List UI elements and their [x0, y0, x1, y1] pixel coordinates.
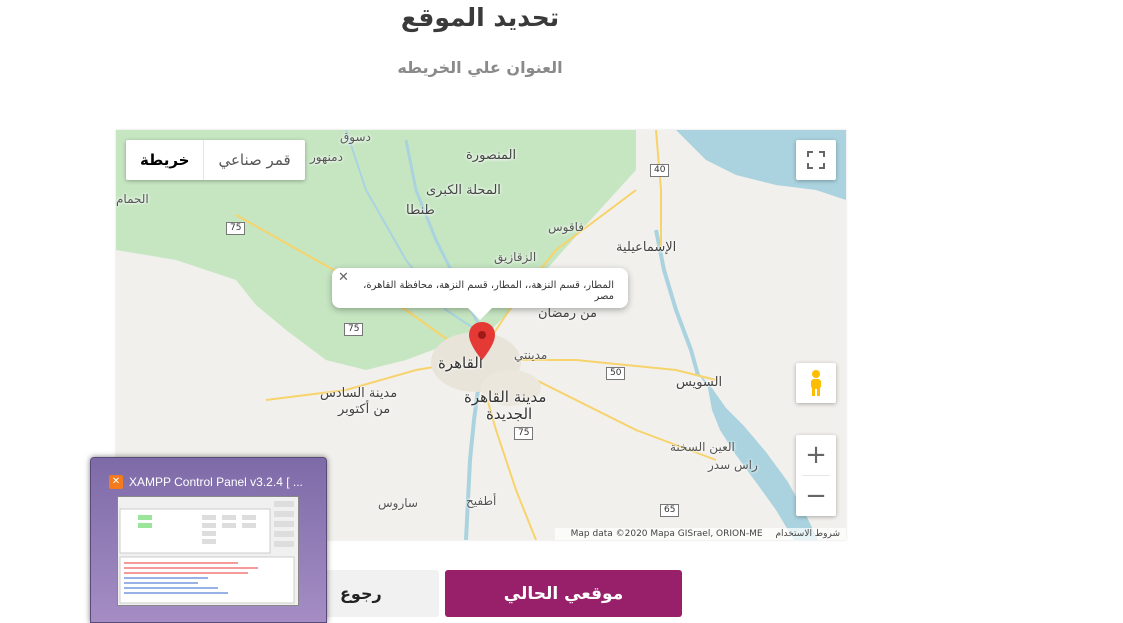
pegman-icon — [811, 370, 821, 396]
xampp-icon: ✕ — [109, 475, 123, 489]
highway-shield: 50 — [606, 367, 626, 380]
map-type-satellite-button[interactable]: قمر صناعي — [204, 140, 304, 180]
fullscreen-icon — [807, 151, 825, 169]
preview-window-title: XAMPP Control Panel v3.2.4 [ ... — [129, 475, 303, 489]
preview-thumbnail — [117, 496, 299, 606]
map-label-faqous: فاقوس — [548, 220, 584, 234]
back-button[interactable]: رجوع — [322, 570, 439, 617]
map-label-ramadan: من رمضان — [538, 306, 598, 321]
page-title: تحديد الموقع — [400, 3, 560, 32]
map-label-zagazig: الزقازيق — [494, 250, 537, 264]
page-subtitle: العنوان علي الخريطه — [397, 58, 563, 77]
map-label-atfih: أطفيح — [466, 494, 497, 508]
map-label-tanta: طنطا — [406, 203, 435, 218]
fullscreen-button[interactable] — [796, 140, 836, 180]
map-label-damanhour: دمنهور — [310, 150, 343, 164]
map-label-mahalla: المحلة الكبرى — [426, 183, 501, 198]
highway-shield: 75 — [514, 427, 534, 440]
taskbar-window-preview[interactable]: ✕ XAMPP Control Panel v3.2.4 [ ... — [90, 457, 327, 623]
terms-link[interactable]: شروط الاستخدام — [775, 529, 840, 539]
map-label-sokhna: العين السخنة — [670, 440, 735, 454]
map-type-map-button[interactable]: خريطة — [126, 140, 205, 180]
map-label-october: من أكتوبر — [338, 402, 391, 417]
map-label-new-cairo-1: مدينة القاهرة — [464, 388, 547, 406]
map-label-desouk: دسوق — [340, 130, 371, 144]
map-label-badr: مدينتي — [514, 348, 548, 362]
close-icon[interactable]: ✕ — [338, 270, 349, 285]
map-data-credit: Map data ©2020 Mapa GISrael, ORION-ME — [570, 529, 763, 539]
map-label-ras-sudr: راس سدر — [708, 458, 758, 472]
highway-shield: 75 — [344, 323, 364, 336]
map-label-tamaya: ساروس — [378, 496, 418, 510]
highway-shield: 40 — [650, 164, 670, 177]
highway-shield: 75 — [226, 222, 246, 235]
zoom-control: + − — [796, 435, 836, 516]
highway-shield: 65 — [660, 504, 680, 517]
info-window: المطار، قسم النزهة،، المطار، قسم النزهة،… — [332, 268, 628, 320]
zoom-out-button[interactable]: − — [805, 476, 827, 516]
map-label-hamam: الحمام — [116, 192, 149, 206]
map-attribution: Map data ©2020 Mapa GISrael, ORION-ME شر… — [554, 528, 846, 540]
info-window-address: المطار، قسم النزهة،، المطار، قسم النزهة،… — [363, 280, 614, 302]
current-location-button[interactable]: موقعي الحالي — [445, 570, 682, 617]
map-label-mansoura: المنصورة — [466, 148, 517, 163]
zoom-in-button[interactable]: + — [805, 435, 827, 475]
street-view-pegman[interactable] — [796, 363, 836, 403]
map-label-ismailia: الإسماعيلية — [616, 240, 677, 255]
map-label-suez: السويس — [676, 375, 723, 390]
map-label-sadat: مدينة السادس — [320, 386, 398, 401]
map-type-control: خريطة قمر صناعي — [126, 140, 305, 180]
map-label-new-cairo-2: الجديدة — [486, 405, 533, 423]
location-pin-icon[interactable] — [469, 322, 495, 362]
